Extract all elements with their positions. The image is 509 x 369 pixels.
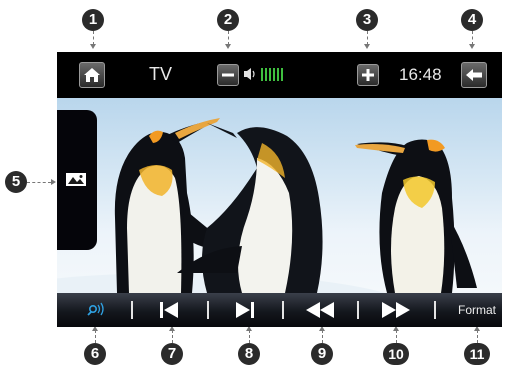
next-track-button[interactable] bbox=[227, 299, 263, 321]
picture-mode-tab[interactable] bbox=[57, 110, 97, 250]
next-track-icon bbox=[236, 302, 254, 318]
divider bbox=[207, 301, 209, 319]
previous-track-button[interactable] bbox=[151, 299, 187, 321]
callout-3: 3 bbox=[356, 9, 378, 31]
callout-11: 11 bbox=[464, 343, 490, 365]
top-bar: TV 16:48 bbox=[57, 52, 502, 98]
picture-mode-icon bbox=[66, 173, 86, 186]
home-icon bbox=[84, 68, 100, 82]
fast-forward-button[interactable] bbox=[375, 299, 415, 321]
fast-forward-icon bbox=[382, 302, 410, 318]
clock: 16:48 bbox=[399, 65, 442, 84]
callout-10: 10 bbox=[383, 343, 409, 365]
plus-icon bbox=[362, 69, 374, 81]
home-button[interactable] bbox=[79, 62, 105, 88]
divider bbox=[282, 301, 284, 319]
callout-8: 8 bbox=[238, 343, 260, 365]
callout-7: 7 bbox=[161, 343, 183, 365]
divider bbox=[357, 301, 359, 319]
volume-up-button[interactable] bbox=[357, 64, 379, 86]
divider bbox=[131, 301, 133, 319]
search-signal-icon bbox=[87, 302, 104, 316]
rewind-button[interactable] bbox=[301, 299, 341, 321]
callout-5: 5 bbox=[5, 171, 27, 193]
callout-4: 4 bbox=[461, 9, 483, 31]
callout-1: 1 bbox=[82, 9, 104, 31]
back-arrow-icon bbox=[466, 69, 482, 81]
callout-6: 6 bbox=[84, 343, 106, 365]
format-button[interactable]: Format bbox=[458, 303, 496, 317]
search-signal-button[interactable] bbox=[77, 297, 117, 323]
source-title: TV bbox=[149, 64, 173, 84]
callout-2: 2 bbox=[217, 9, 239, 31]
video-frame-penguins bbox=[57, 118, 477, 293]
video-area[interactable] bbox=[57, 98, 502, 293]
back-button[interactable] bbox=[461, 62, 487, 88]
bottom-control-bar: Format bbox=[57, 293, 502, 327]
callout-9: 9 bbox=[311, 343, 333, 365]
divider bbox=[434, 301, 436, 319]
minus-icon bbox=[222, 73, 234, 77]
tv-screen: TV 16:48 Format bbox=[57, 52, 502, 327]
volume-down-button[interactable] bbox=[217, 64, 239, 86]
rewind-icon bbox=[306, 302, 334, 318]
previous-track-icon bbox=[160, 302, 178, 318]
speaker-icon bbox=[244, 68, 255, 80]
